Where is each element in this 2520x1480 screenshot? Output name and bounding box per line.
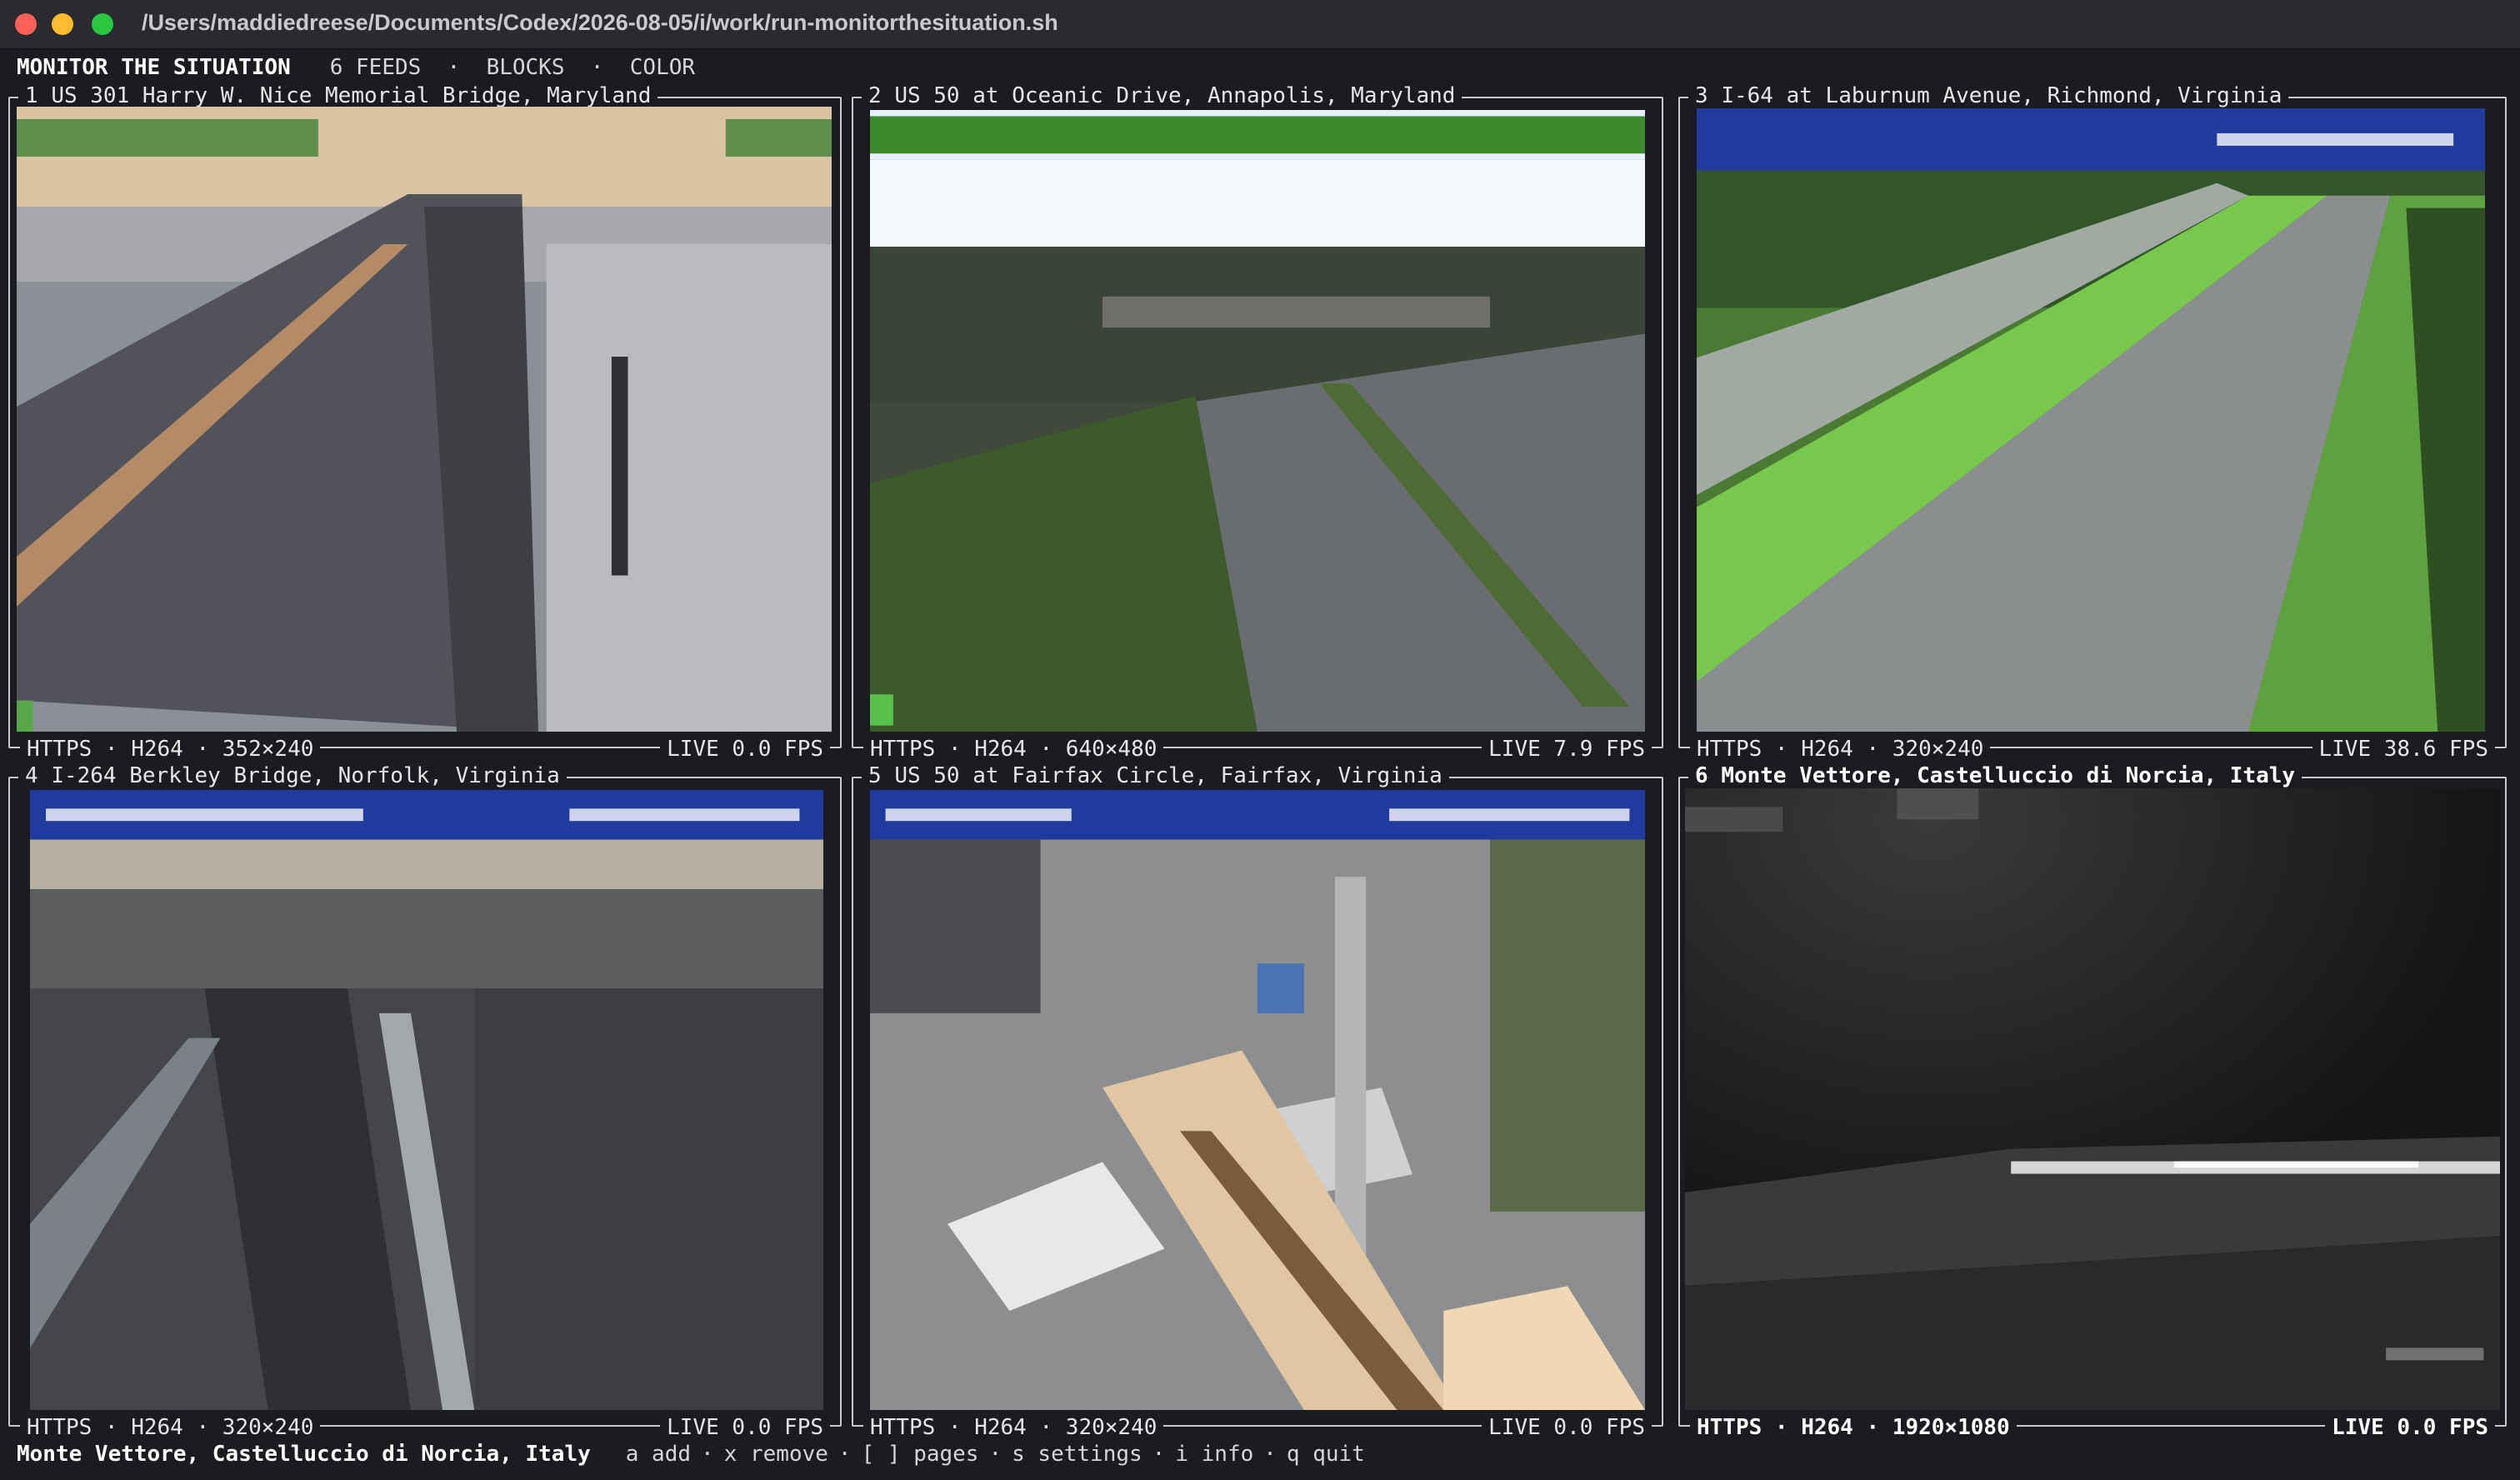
remove-feed-key[interactable]: x remove (724, 1442, 828, 1467)
video-feed[interactable] (1685, 788, 2500, 1410)
video-feed[interactable] (30, 790, 823, 1410)
stream-info: HTTPS · H264 · 1920×1080 (1690, 1415, 2017, 1440)
stream-info: HTTPS · H264 · 352×240 (20, 737, 321, 762)
panel-footer: HTTPS · H264 · 1920×1080 LIVE 0.0 FPS (1678, 1415, 2507, 1440)
feed-panel-1[interactable]: 1 US 301 Harry W. Nice Memorial Bridge, … (8, 83, 842, 762)
feed-count: 6 FEEDS (329, 55, 422, 80)
window-titlebar: /Users/maddiedreese/Documents/Codex/2026… (0, 0, 2520, 49)
key-separator: · (838, 1442, 852, 1467)
key-separator: · (701, 1442, 714, 1467)
panel-title-text: I-64 at Laburnum Avenue, Richmond, Virgi… (1721, 83, 2282, 108)
panel-title: 2 US 50 at Oceanic Drive, Annapolis, Mar… (862, 83, 1462, 108)
pages-key[interactable]: [ ] pages (862, 1442, 979, 1467)
zoom-window-button[interactable] (92, 13, 113, 35)
feed-panel-3[interactable]: 3 I-64 at Laburnum Avenue, Richmond, Vir… (1678, 83, 2507, 762)
video-feed[interactable] (870, 790, 1645, 1410)
panel-number: 6 (1695, 763, 1708, 788)
selected-feed-name: Monte Vettore, Castelluccio di Norcia, I… (17, 1442, 591, 1467)
color-mode[interactable]: COLOR (630, 55, 695, 80)
panel-title-text: Monte Vettore, Castelluccio di Norcia, I… (1721, 763, 2296, 788)
key-separator: · (988, 1442, 1002, 1467)
panel-footer: HTTPS · H264 · 320×240 LIVE 0.0 FPS (852, 1415, 1663, 1440)
header-separator: · (447, 55, 461, 80)
close-window-button[interactable] (15, 13, 37, 35)
panel-number: 1 (25, 83, 38, 108)
live-status: LIVE 0.0 FPS (660, 737, 830, 762)
info-key[interactable]: i info (1175, 1442, 1253, 1467)
panel-title: 1 US 301 Harry W. Nice Memorial Bridge, … (18, 83, 658, 108)
feed-panel-6[interactable]: 6 Monte Vettore, Castelluccio di Norcia,… (1678, 763, 2507, 1440)
night-camera-image (1685, 788, 2500, 1410)
panel-title: 4 I-264 Berkley Bridge, Norfolk, Virgini… (18, 763, 567, 788)
live-status: LIVE 38.6 FPS (2312, 737, 2495, 762)
live-status: LIVE 0.0 FPS (2325, 1415, 2495, 1440)
panel-title-text: US 301 Harry W. Nice Memorial Bridge, Ma… (51, 83, 652, 108)
stream-info: HTTPS · H264 · 320×240 (863, 1415, 1164, 1440)
panel-title: 5 US 50 at Fairfax Circle, Fairfax, Virg… (862, 763, 1449, 788)
key-separator: · (1152, 1442, 1166, 1467)
highway-camera-image (870, 110, 1645, 732)
feed-panel-5[interactable]: 5 US 50 at Fairfax Circle, Fairfax, Virg… (852, 763, 1663, 1440)
bridge-camera-image (17, 107, 832, 732)
stream-info: HTTPS · H264 · 640×480 (863, 737, 1164, 762)
intersection-camera-image (870, 790, 1645, 1410)
panel-title-text: US 50 at Fairfax Circle, Fairfax, Virgin… (894, 763, 1442, 788)
video-feed[interactable] (1697, 108, 2485, 732)
quit-key[interactable]: q quit (1287, 1442, 1365, 1467)
render-mode[interactable]: BLOCKS (487, 55, 565, 80)
window-title: /Users/maddiedreese/Documents/Codex/2026… (142, 10, 1058, 35)
header-separator: · (590, 55, 604, 80)
panel-title-text: US 50 at Oceanic Drive, Annapolis, Maryl… (894, 83, 1456, 108)
live-status: LIVE 0.0 FPS (660, 1415, 830, 1440)
stream-info: HTTPS · H264 · 320×240 (1690, 737, 1991, 762)
settings-key[interactable]: s settings (1012, 1442, 1142, 1467)
feed-panel-2[interactable]: 2 US 50 at Oceanic Drive, Annapolis, Mar… (852, 83, 1663, 762)
panel-footer: HTTPS · H264 · 640×480 LIVE 7.9 FPS (852, 737, 1663, 762)
panel-footer: HTTPS · H264 · 320×240 LIVE 38.6 FPS (1678, 737, 2507, 762)
app-name: MONITOR THE SITUATION (17, 55, 291, 80)
live-status: LIVE 7.9 FPS (1482, 737, 1652, 762)
panel-title: 6 Monte Vettore, Castelluccio di Norcia,… (1688, 763, 2302, 788)
video-feed[interactable] (870, 110, 1645, 732)
minimize-window-button[interactable] (52, 13, 73, 35)
video-feed[interactable] (17, 107, 832, 732)
status-bar: Monte Vettore, Castelluccio di Norcia, I… (17, 1442, 1375, 1467)
bridge-camera-image (30, 790, 823, 1410)
panel-footer: HTTPS · H264 · 352×240 LIVE 0.0 FPS (8, 737, 842, 762)
panel-number: 3 (1695, 83, 1708, 108)
add-feed-key[interactable]: a add (626, 1442, 691, 1467)
panel-number: 2 (868, 83, 882, 108)
panel-title-text: I-264 Berkley Bridge, Norfolk, Virginia (51, 763, 560, 788)
panel-number: 5 (868, 763, 882, 788)
panel-title: 3 I-64 at Laburnum Avenue, Richmond, Vir… (1688, 83, 2289, 108)
live-status: LIVE 0.0 FPS (1482, 1415, 1652, 1440)
panel-number: 4 (25, 763, 38, 788)
interstate-camera-image (1697, 108, 2485, 732)
feed-panel-4[interactable]: 4 I-264 Berkley Bridge, Norfolk, Virgini… (8, 763, 842, 1440)
key-separator: · (1263, 1442, 1277, 1467)
stream-info: HTTPS · H264 · 320×240 (20, 1415, 321, 1440)
panel-footer: HTTPS · H264 · 320×240 LIVE 0.0 FPS (8, 1415, 842, 1440)
app-header: MONITOR THE SITUATION 6 FEEDS · BLOCKS ·… (17, 55, 695, 80)
